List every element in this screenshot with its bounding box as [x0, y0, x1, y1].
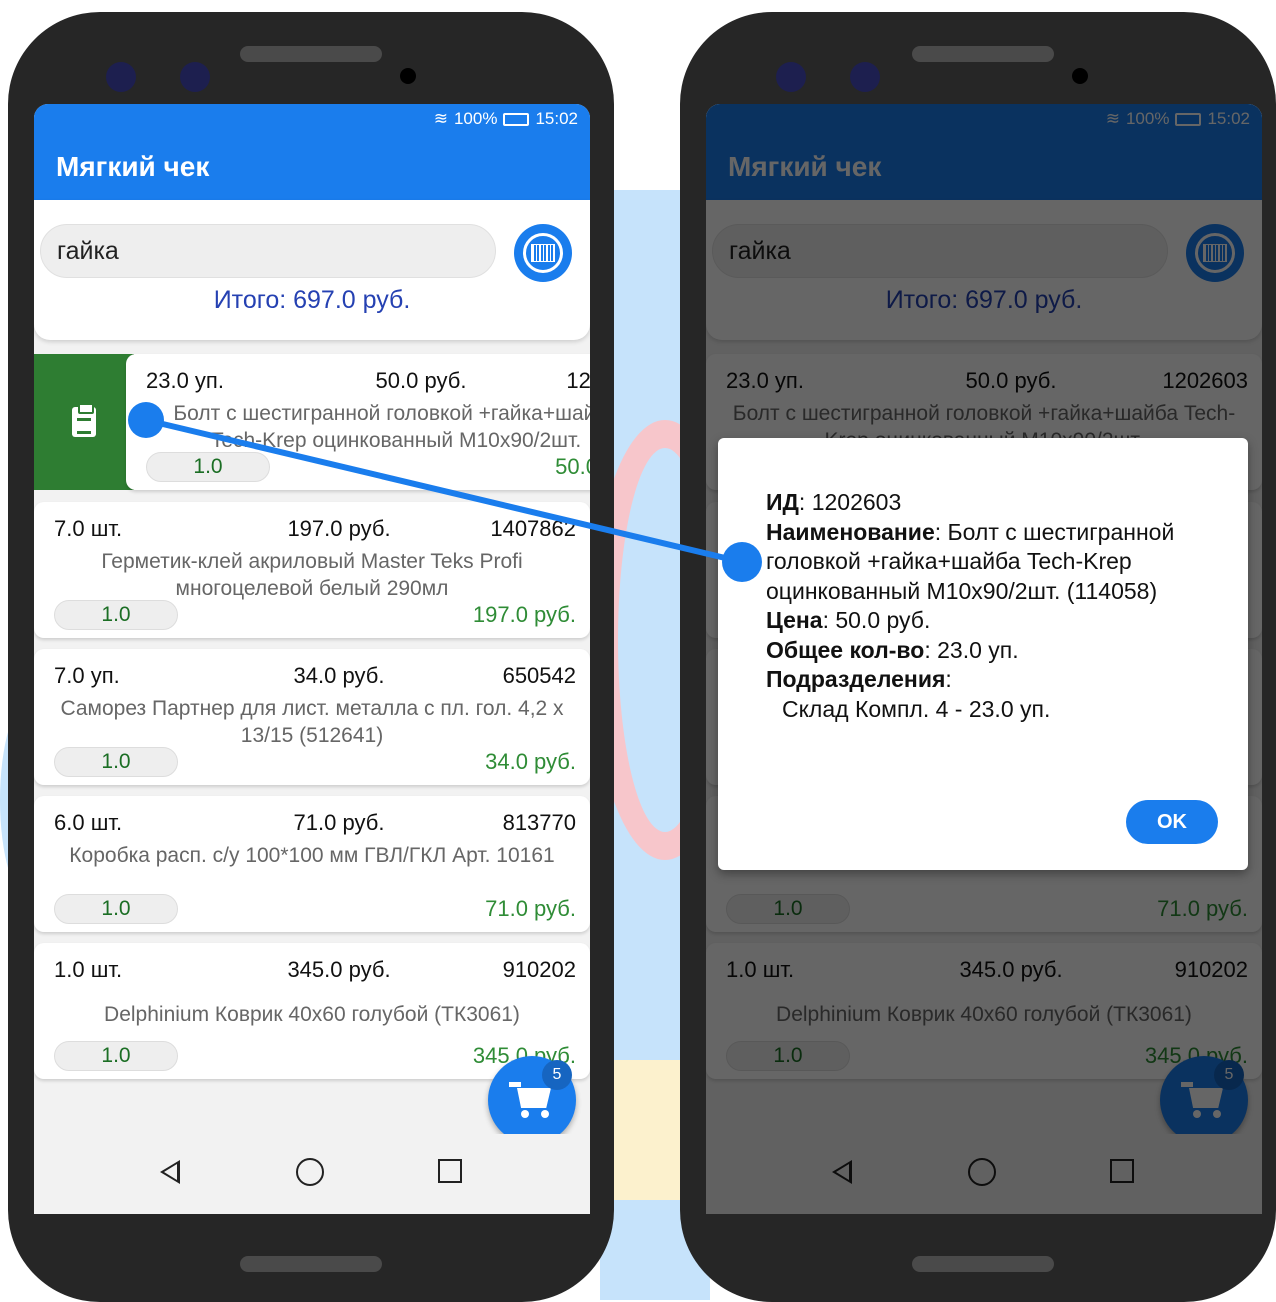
price-label: Цена	[766, 607, 823, 633]
camera-icon	[776, 62, 806, 92]
clock: 15:02	[535, 109, 578, 128]
app-bar: Мягкий чек	[34, 134, 590, 200]
item-count[interactable]: 1.0	[54, 894, 178, 924]
item-price: 50.0 руб.	[375, 368, 467, 393]
screen: ≋ 100% 15:02 Мягкий чек гайка Итого: 697…	[34, 104, 590, 1214]
back-icon[interactable]	[160, 1160, 180, 1184]
price-value: 50.0 руб.	[835, 607, 931, 633]
item-info-dialog: ИД: 1202603 Наименование: Болт с шестигр…	[718, 438, 1248, 870]
item-qty: 23.0 уп.	[146, 368, 224, 393]
total-qty-value: 23.0 уп.	[937, 636, 1019, 663]
list-item[interactable]: 1.0 шт. 345.0 руб. 910202 Delphinium Ков…	[34, 943, 590, 1079]
item-count[interactable]: 1.0	[54, 1041, 178, 1071]
barcode-icon	[523, 233, 563, 273]
departments-label: Подразделения	[766, 666, 946, 692]
item-price: 71.0 руб.	[293, 810, 385, 835]
recents-icon[interactable]	[438, 1159, 462, 1183]
id-label: ИД	[766, 489, 799, 515]
item-price: 34.0 руб.	[293, 663, 385, 688]
home-icon[interactable]	[296, 1158, 324, 1186]
earpiece	[912, 46, 1054, 62]
item-count[interactable]: 1.0	[146, 452, 270, 482]
item-name: Саморез Партнер для лист. металла с пл. …	[60, 697, 564, 747]
department-line: Склад Компл. 4 - 23.0 уп.	[782, 695, 1051, 722]
dialog-content: ИД: 1202603 Наименование: Болт с шестигр…	[766, 488, 1218, 724]
item-code: 650542	[502, 663, 576, 688]
search-card: гайка Итого: 697.0 руб.	[34, 200, 590, 340]
swipe-action-info[interactable]	[34, 354, 134, 490]
sensor	[1072, 68, 1088, 84]
page-title: Мягкий чек	[56, 151, 210, 182]
item-qty: 6.0 шт.	[54, 810, 123, 835]
item-name: Болт с шестигранной головкой +гайка+шайб…	[173, 402, 590, 452]
ok-button[interactable]: OK	[1126, 800, 1218, 844]
screen: ≋ 100% 15:02 Мягкий чек гайка Итого: 697…	[706, 104, 1262, 1214]
item-code: 1407862	[490, 516, 576, 541]
item-count[interactable]: 1.0	[54, 747, 178, 777]
item-price: 197.0 руб.	[287, 516, 391, 541]
list-item[interactable]: 7.0 шт. 197.0 руб. 1407862 Герметик-клей…	[34, 502, 590, 638]
item-code: 813770	[502, 810, 576, 835]
item-count[interactable]: 1.0	[54, 600, 178, 630]
camera-icon	[850, 62, 880, 92]
name-label: Наименование	[766, 518, 935, 545]
barcode-scan-button[interactable]	[514, 224, 572, 282]
total-qty-label: Общее кол-во	[766, 636, 925, 663]
bottom-speaker	[240, 1256, 382, 1272]
item-sum: 34.0 руб.	[485, 749, 576, 774]
nav-bar	[34, 1134, 590, 1214]
list-item[interactable]: 23.0 уп. 50.0 руб. 1202603 Болт с шестиг…	[126, 354, 590, 490]
earpiece	[240, 46, 382, 62]
item-qty: 1.0 шт.	[54, 957, 123, 982]
item-price: 345.0 руб.	[287, 957, 391, 982]
list-item[interactable]: 6.0 шт. 71.0 руб. 813770 Коробка расп. с…	[34, 796, 590, 932]
item-qty: 7.0 шт.	[54, 516, 123, 541]
bottom-speaker	[912, 1256, 1054, 1272]
phone-right: ≋ 100% 15:02 Мягкий чек гайка Итого: 697…	[680, 12, 1276, 1302]
cart-badge: 5	[542, 1060, 572, 1090]
search-input[interactable]: гайка	[40, 224, 496, 278]
list-item[interactable]: 7.0 уп. 34.0 руб. 650542 Саморез Партнер…	[34, 649, 590, 785]
item-qty: 7.0 уп.	[54, 663, 120, 688]
id-value: 1202603	[811, 489, 902, 515]
wifi-icon: ≋	[433, 109, 448, 128]
item-name: Delphinium Коврик 40х60 голубой (ТК3061)	[104, 1003, 520, 1026]
camera-icon	[180, 62, 210, 92]
item-name: Коробка расп. с/у 100*100 мм ГВЛ/ГКЛ Арт…	[69, 844, 555, 867]
total-label: Итого: 697.0 руб.	[213, 286, 411, 314]
sensor	[400, 68, 416, 84]
item-code: 1202603	[566, 368, 590, 393]
item-code: 910202	[502, 957, 576, 982]
clipboard-icon	[72, 403, 96, 437]
item-sum: 50.0 руб.	[555, 454, 590, 479]
phone-left: ≋ 100% 15:02 Мягкий чек гайка Итого: 697…	[8, 12, 614, 1302]
status-bar: ≋ 100% 15:02	[34, 104, 590, 134]
item-name: Герметик-клей акриловый Master Teks Prof…	[101, 550, 523, 600]
battery-level: 100%	[453, 109, 498, 128]
camera-icon	[106, 62, 136, 92]
battery-icon	[503, 112, 530, 126]
item-sum: 71.0 руб.	[485, 896, 576, 921]
item-sum: 197.0 руб.	[472, 602, 576, 627]
